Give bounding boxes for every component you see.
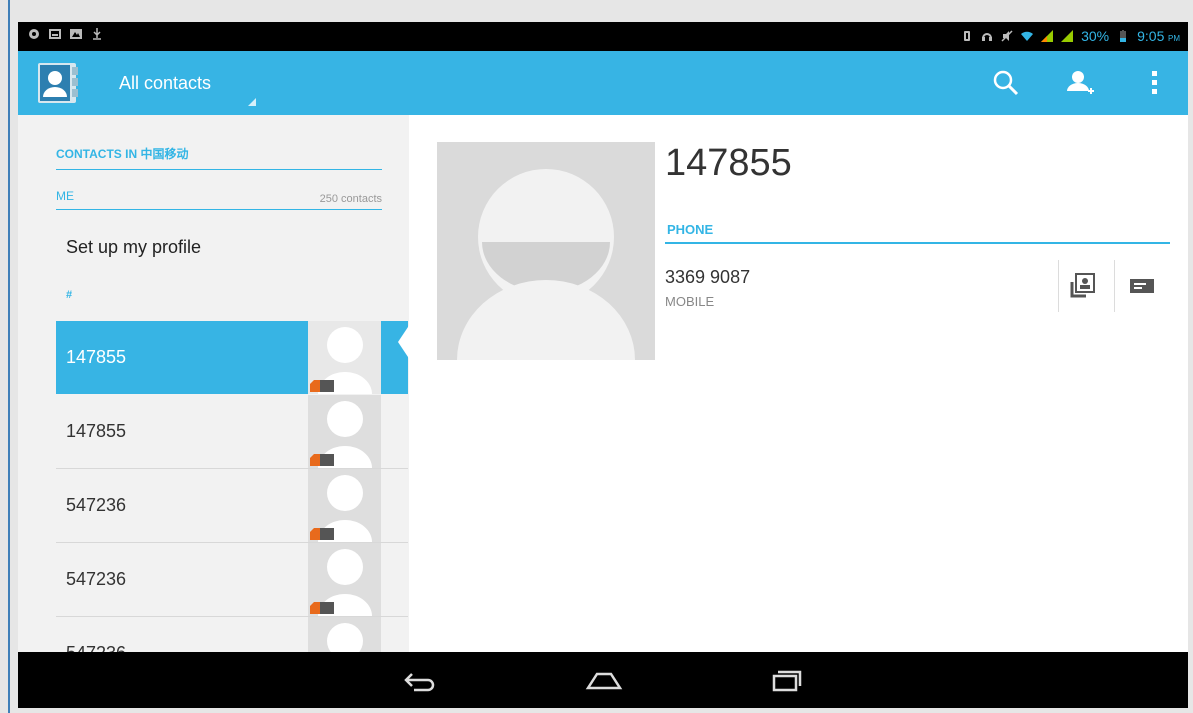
home-icon[interactable]: [584, 664, 624, 696]
contact-name: 147855: [66, 421, 127, 441]
sim-badge-icon: [310, 454, 334, 466]
contacts-app-icon[interactable]: [36, 61, 84, 105]
sim-badge-icon: [310, 528, 334, 540]
account-section-title: CONTACTS IN 中国移动: [56, 147, 189, 161]
headset-icon: [982, 33, 993, 41]
gallery-icon: [70, 29, 82, 39]
contact-avatar: [308, 321, 381, 394]
spinner-caret-icon: [248, 98, 256, 106]
contact-list-item[interactable]: 547236: [56, 469, 408, 543]
account-section-header: CONTACTS IN 中国移动: [56, 145, 382, 170]
recent-apps-icon[interactable]: [766, 664, 806, 696]
phone-number[interactable]: 3369 9087: [665, 267, 750, 288]
me-section-header: ME 250 contacts: [56, 189, 382, 210]
status-bar: 30% 9:05 PM: [18, 22, 1188, 51]
setup-profile-item[interactable]: Set up my profile: [66, 237, 201, 258]
contacts-count: 250 contacts: [319, 193, 382, 205]
contact-avatar: [308, 543, 381, 616]
action-divider: [1058, 260, 1059, 312]
contact-avatar: [308, 395, 381, 468]
signal-icon: [1041, 30, 1054, 42]
battery-percent: 30%: [1081, 28, 1110, 44]
clock-ampm: PM: [1168, 34, 1180, 43]
record-icon: [29, 29, 39, 39]
usb-icon: [93, 28, 101, 40]
contact-name-title: 147855: [665, 142, 792, 184]
call-icon[interactable]: [1068, 270, 1100, 302]
contact-list-item[interactable]: 147855: [56, 321, 408, 394]
phone-type-label: MOBILE: [665, 294, 715, 309]
silent-icon: [1001, 30, 1013, 42]
contact-photo[interactable]: [437, 142, 655, 360]
search-icon[interactable]: [988, 65, 1024, 101]
back-icon[interactable]: [400, 664, 440, 696]
selection-pointer: [398, 324, 410, 360]
wifi-icon: [1021, 31, 1034, 41]
navigation-bar: [18, 652, 1188, 708]
system-icons: 30% 9:05 PM: [961, 28, 1180, 44]
phone-section-header: PHONE: [665, 218, 1170, 244]
avatar-placeholder-icon: [457, 169, 635, 360]
window-edge: [8, 0, 10, 713]
sim-badge-icon: [310, 602, 334, 614]
group-header: #: [66, 289, 73, 301]
contact-name: 147855: [66, 347, 127, 367]
contact-list-item[interactable]: 147855: [56, 395, 408, 469]
signal-icon: [1061, 30, 1074, 42]
overflow-menu-icon[interactable]: [1136, 65, 1172, 101]
me-label: ME: [56, 189, 74, 203]
action-bar: All contacts: [18, 51, 1188, 115]
contacts-filter-spinner[interactable]: All contacts: [119, 73, 211, 94]
image-icon: [49, 29, 61, 39]
tablet-screen: 30% 9:05 PM All contacts CONTACTS IN 中国移…: [18, 22, 1188, 708]
message-icon[interactable]: [1126, 270, 1158, 302]
contact-name: 547236: [66, 569, 127, 589]
add-contact-icon[interactable]: [1062, 65, 1098, 101]
action-divider: [1114, 260, 1115, 312]
clock: 9:05: [1137, 28, 1165, 44]
contacts-list-panel: CONTACTS IN 中国移动 ME 250 contacts Set up …: [18, 115, 409, 691]
sim-icon: [964, 31, 971, 41]
contact-name: 547236: [66, 495, 127, 515]
battery-icon: [1120, 30, 1127, 42]
contact-avatar: [308, 469, 381, 542]
contact-list-item[interactable]: 547236: [56, 543, 408, 617]
notification-icons: [28, 28, 103, 40]
phone-section-title: PHONE: [667, 222, 714, 237]
sim-badge-icon: [310, 380, 334, 392]
